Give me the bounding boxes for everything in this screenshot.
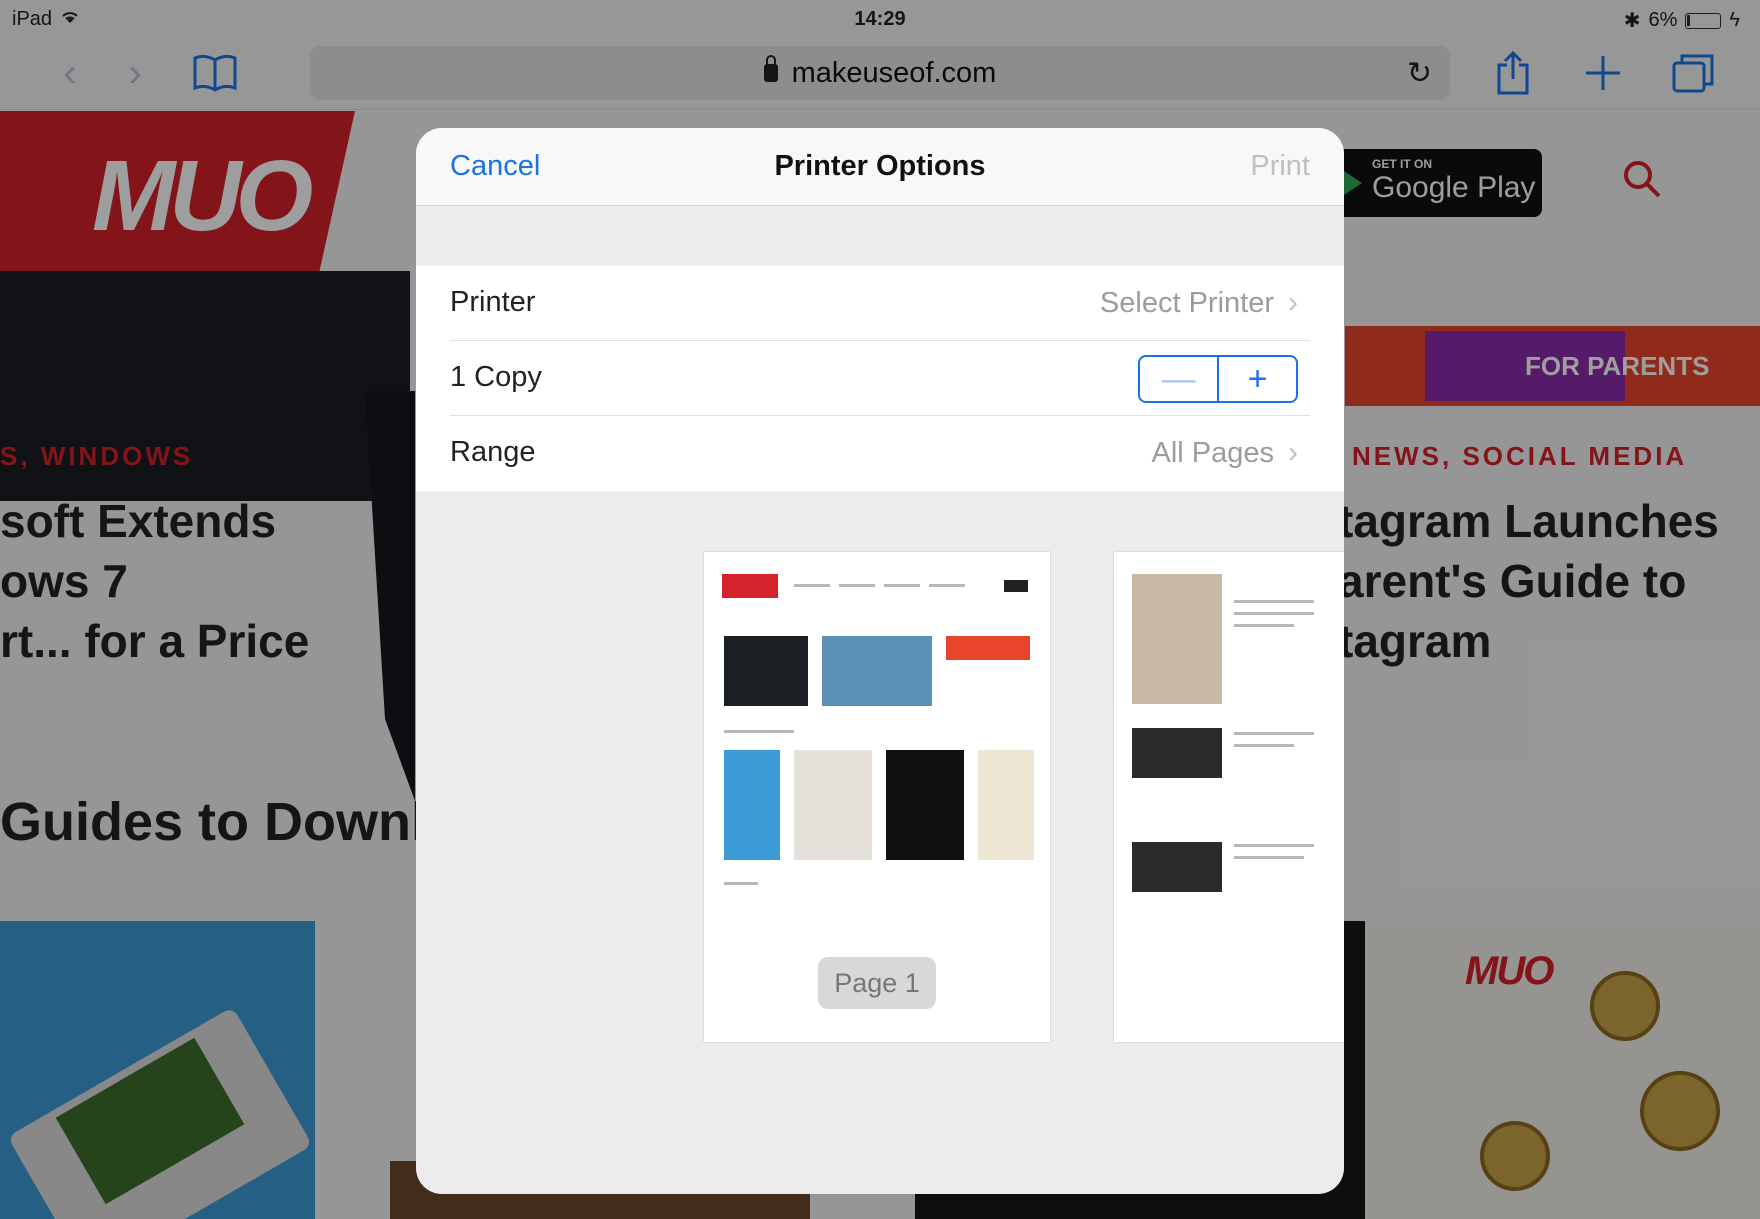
range-row[interactable]: Range All Pages › bbox=[450, 416, 1310, 491]
printer-row[interactable]: Printer Select Printer › bbox=[450, 266, 1310, 341]
preview-line bbox=[1234, 844, 1314, 847]
preview-line bbox=[1234, 612, 1314, 615]
preview-guide-image bbox=[794, 750, 872, 860]
page-preview-2[interactable] bbox=[1114, 552, 1344, 1042]
printer-label: Printer bbox=[450, 286, 536, 318]
chevron-right-icon: › bbox=[1288, 436, 1298, 469]
preview-guide-image bbox=[724, 750, 780, 860]
preview-line bbox=[839, 584, 875, 587]
printer-settings-group: Printer Select Printer › 1 Copy — + Rang… bbox=[416, 266, 1344, 491]
preview-guide-image bbox=[886, 750, 964, 860]
preview-badge bbox=[1004, 580, 1028, 592]
preview-line bbox=[1234, 732, 1314, 735]
chevron-right-icon: › bbox=[1288, 286, 1298, 319]
decrement-button[interactable]: — bbox=[1140, 357, 1219, 401]
page-number-badge: Page 1 bbox=[818, 957, 936, 1009]
print-button[interactable]: Print bbox=[1250, 150, 1310, 183]
preview-image bbox=[1132, 574, 1222, 704]
preview-logo bbox=[722, 574, 778, 598]
preview-line bbox=[794, 584, 830, 587]
preview-image bbox=[1132, 842, 1222, 892]
preview-line bbox=[1234, 856, 1304, 859]
printer-options-sheet: Cancel Printer Options Print Printer Sel… bbox=[416, 128, 1344, 1194]
sheet-header: Cancel Printer Options Print bbox=[416, 128, 1344, 206]
preview-line bbox=[724, 882, 758, 885]
preview-line bbox=[929, 584, 965, 587]
preview-image bbox=[724, 636, 808, 706]
sheet-title: Printer Options bbox=[774, 150, 986, 182]
preview-line bbox=[724, 730, 794, 733]
preview-line bbox=[1234, 744, 1294, 747]
page-preview-1[interactable]: Page 1 bbox=[704, 552, 1050, 1042]
preview-image bbox=[822, 636, 932, 706]
range-value: All Pages bbox=[1151, 436, 1274, 469]
preview-line bbox=[1234, 600, 1314, 603]
copies-row: 1 Copy — + bbox=[450, 341, 1310, 416]
range-label: Range bbox=[450, 436, 536, 468]
increment-button[interactable]: + bbox=[1219, 357, 1296, 401]
preview-guide-image bbox=[978, 750, 1034, 860]
printer-value: Select Printer bbox=[1099, 286, 1274, 319]
preview-image bbox=[946, 636, 1030, 660]
copies-label: 1 Copy bbox=[450, 361, 542, 393]
preview-line bbox=[1234, 624, 1294, 627]
preview-image bbox=[1132, 728, 1222, 778]
preview-line bbox=[884, 584, 920, 587]
copies-stepper[interactable]: — + bbox=[1138, 355, 1298, 403]
